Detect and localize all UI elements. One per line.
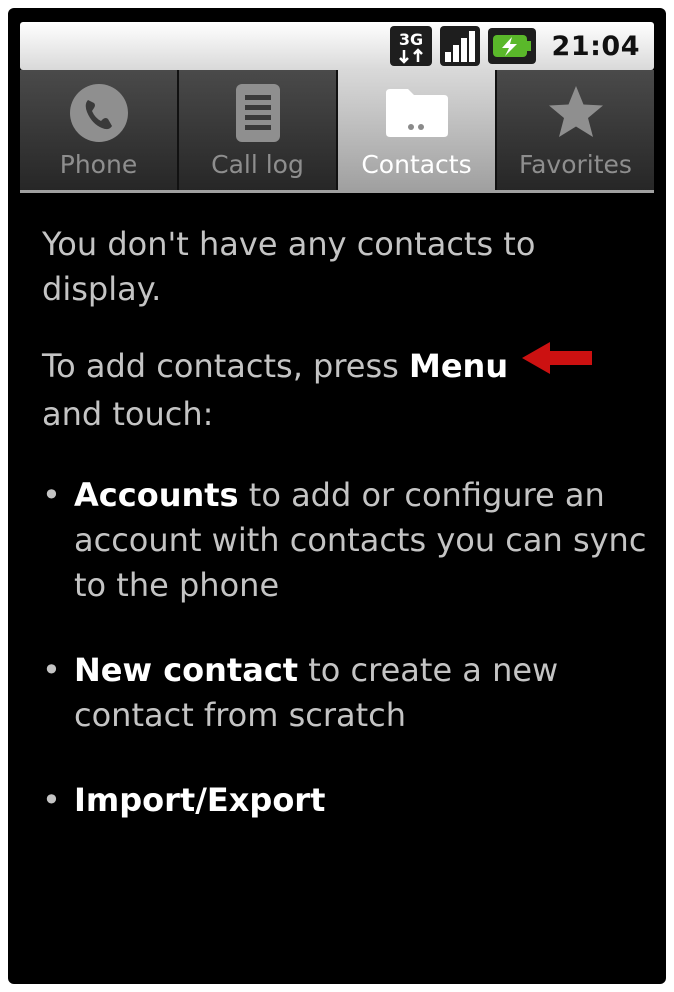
left-arrow-icon bbox=[522, 340, 593, 388]
tab-call-log[interactable]: Call log bbox=[179, 70, 338, 192]
status-icons: 3G 21:04 bbox=[389, 22, 640, 70]
tab-underline bbox=[20, 190, 654, 193]
empty-state-instruction: To add contacts, press Menu and touch: bbox=[42, 342, 652, 437]
tab-label: Call log bbox=[211, 150, 304, 179]
status-bar: 3G 21:04 bbox=[20, 22, 654, 70]
empty-state: You don't have any contacts to display. … bbox=[42, 222, 652, 863]
option-import-export: Import/Export bbox=[74, 781, 326, 819]
empty-state-title: You don't have any contacts to display. bbox=[42, 225, 536, 308]
menu-key-label: Menu bbox=[409, 347, 509, 385]
option-list: Accounts to add or configure an account … bbox=[42, 473, 652, 823]
network-3g-icon: 3G bbox=[389, 26, 432, 66]
phone-screen: 3G 21:04 Phone Call log Contacts Favorit… bbox=[8, 8, 666, 984]
tab-favorites[interactable]: Favorites bbox=[497, 70, 654, 192]
call-log-icon bbox=[234, 82, 282, 144]
contacts-folder-icon bbox=[384, 82, 450, 144]
instruction-suffix: and touch: bbox=[42, 395, 214, 433]
battery-charging-icon bbox=[487, 28, 536, 64]
list-item: Accounts to add or configure an account … bbox=[42, 473, 652, 608]
phone-icon bbox=[68, 82, 130, 144]
instruction-prefix: To add contacts, press bbox=[42, 347, 409, 385]
network-type-text: 3G bbox=[398, 30, 422, 49]
signal-bars-icon bbox=[439, 26, 480, 66]
tab-label: Favorites bbox=[519, 150, 632, 179]
option-new-contact: New contact bbox=[74, 651, 299, 689]
tab-bar: Phone Call log Contacts Favorites bbox=[20, 70, 654, 192]
tab-phone[interactable]: Phone bbox=[20, 70, 179, 192]
clock: 21:04 bbox=[551, 30, 640, 62]
tab-label: Phone bbox=[59, 150, 138, 179]
tab-label: Contacts bbox=[361, 150, 472, 179]
star-icon bbox=[546, 82, 606, 144]
list-item: New contact to create a new contact from… bbox=[42, 648, 652, 738]
list-item: Import/Export bbox=[42, 778, 652, 823]
tab-contacts[interactable]: Contacts bbox=[338, 70, 497, 192]
option-accounts: Accounts bbox=[74, 476, 239, 514]
